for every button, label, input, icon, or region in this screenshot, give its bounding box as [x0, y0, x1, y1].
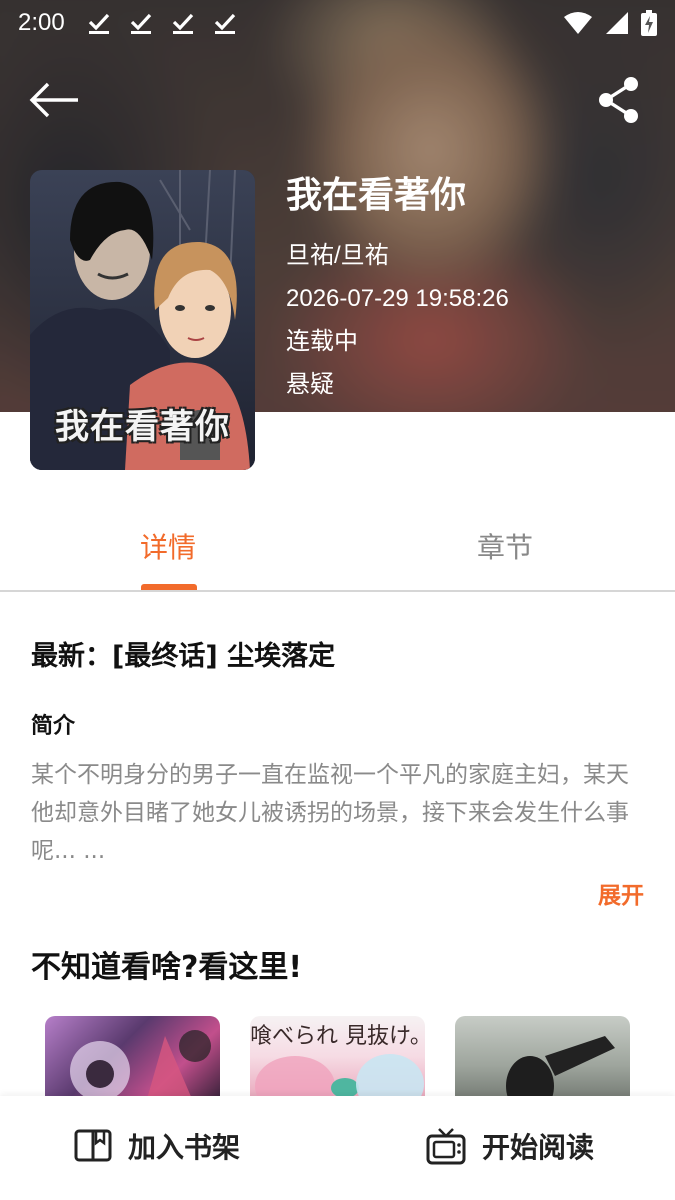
intro-heading: 简介: [31, 714, 76, 739]
bookshelf-icon: [74, 1129, 112, 1162]
signal-icon: [606, 12, 628, 34]
expand-button[interactable]: 展开: [598, 876, 644, 910]
recommend-item[interactable]: 喰べられ 見抜け。本物の: [250, 1016, 425, 1106]
bottom-action-bar: 加入书架 开始阅读: [0, 1096, 675, 1200]
status-time: 2:00: [18, 9, 65, 36]
share-icon[interactable]: [597, 76, 641, 124]
comic-status: 连载中: [286, 328, 358, 355]
tab-bar: 详情 章节: [0, 500, 675, 592]
recommend-cover-image: [495, 1036, 615, 1106]
recommend-item[interactable]: [455, 1016, 630, 1106]
active-tab-indicator: [141, 584, 197, 590]
comic-genre: 悬疑: [286, 371, 334, 398]
download-check-icon: [130, 13, 151, 34]
recommend-cover-image: [70, 1030, 211, 1106]
download-check-icon: [172, 13, 193, 34]
notification-icons: [87, 12, 237, 34]
top-bar: [0, 70, 675, 130]
start-reading-button[interactable]: 开始阅读: [426, 1126, 594, 1166]
recommend-cover-image: [255, 1054, 424, 1106]
comic-cover: 我在看著你: [30, 170, 255, 470]
comic-info: 我在看著你 旦祐/旦祐 2026-07-29 19:58:26 连载中 悬疑: [286, 172, 509, 406]
download-check-icon: [214, 13, 235, 34]
wifi-icon: [564, 12, 592, 34]
start-reading-label: 开始阅读: [482, 1131, 595, 1164]
download-check-icon: [88, 13, 109, 34]
status-bar: 2:00: [0, 0, 675, 46]
comic-title: 我在看著你: [286, 175, 467, 216]
tab-chapters[interactable]: 章节: [477, 526, 533, 566]
recommend-heading: 不知道看啥?看这里!: [31, 950, 303, 985]
latest-chapter[interactable]: 最新：[最终话] 尘埃落定: [31, 634, 335, 673]
add-to-bookshelf-button[interactable]: 加入书架: [74, 1126, 240, 1166]
recommend-list: 喰べられ 見抜け。本物の: [45, 1016, 645, 1106]
recommend-item[interactable]: [45, 1016, 220, 1106]
intro-text: 某个不明身分的男子一直在监视一个平凡的家庭主妇，某天他却意外目睹了她女儿被诱拐的…: [31, 762, 629, 864]
tab-details[interactable]: 详情: [140, 526, 196, 566]
arrow-left-icon[interactable]: [28, 80, 80, 120]
battery-charging-icon: [641, 10, 657, 36]
add-to-bookshelf-label: 加入书架: [128, 1131, 241, 1164]
comic-author: 旦祐/旦祐: [286, 242, 389, 269]
cover-title-text: 我在看著你: [55, 407, 230, 447]
tv-icon: [426, 1128, 466, 1165]
comic-updated-time: 2026-07-29 19:58:26: [286, 285, 509, 312]
